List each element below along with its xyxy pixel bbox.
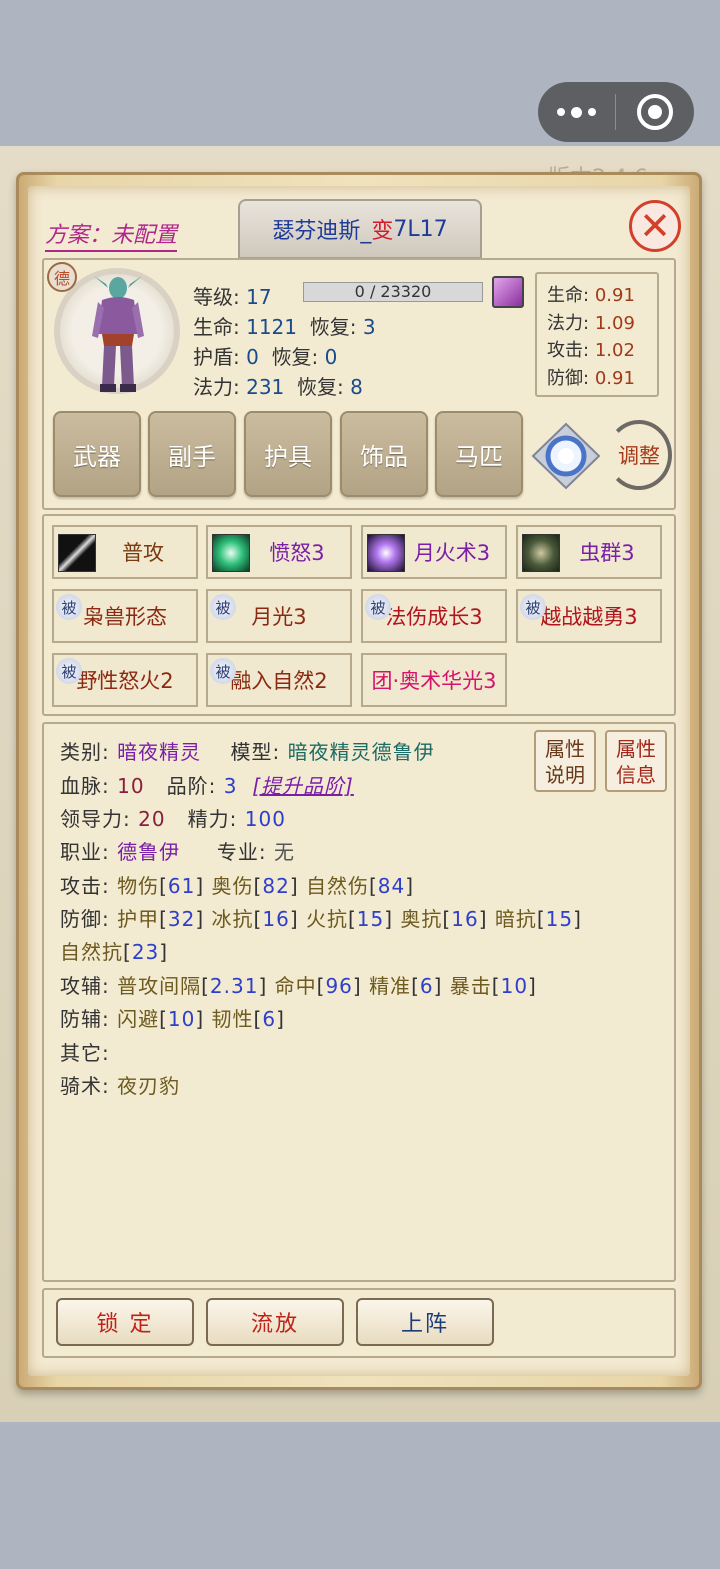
defense-line-cont: 自然抗[23] <box>60 940 169 964</box>
atk-aux-line: 攻辅: 普攻间隔[2.31] 命中[96] 精准[6] 暴击[10] <box>60 974 537 998</box>
skill-slot[interactable]: 普攻 <box>52 525 198 579</box>
hp-label: 生命: <box>193 315 240 339</box>
mp-label: 法力: <box>193 375 240 399</box>
close-x-icon[interactable]: ✕ <box>629 200 681 252</box>
bottom-backdrop <box>0 1422 720 1569</box>
equip-weapon-button[interactable]: 武器 <box>53 411 141 497</box>
skill-slot[interactable]: 被 越战越勇3 <box>516 589 662 643</box>
leadership-line: 领导力: 20 精力: 100 <box>60 807 286 831</box>
skill-label: 越战越勇3 <box>540 605 638 629</box>
bloodline-line: 血脉: 10 品阶: 3 [提升品阶] <box>60 774 354 798</box>
growth-ratio-box: 生命: 0.91 法力: 1.09 攻击: 1.02 防御: 0.91 <box>535 272 659 397</box>
mp-value: 231 <box>246 375 285 399</box>
mp-regen-label: 恢复: <box>297 375 344 399</box>
exile-button[interactable]: 流放 <box>206 1298 344 1346</box>
defense-line: 防御: 护甲[32] 冰抗[16] 火抗[15] 奥抗[16] 暗抗[15] <box>60 907 582 931</box>
lock-button[interactable]: 锁 定 <box>56 1298 194 1346</box>
druid-class-badge: 德 <box>47 262 77 292</box>
hp-line: 生命: 1121 恢复: 3 <box>193 311 376 340</box>
level-line: 等级: 17 <box>193 281 272 310</box>
passive-badge: 被 <box>520 594 546 620</box>
plan-link[interactable]: 方案：未配置 <box>45 222 178 252</box>
passive-badge: 被 <box>210 658 236 684</box>
hero-name-prefix: 瑟芬迪斯_ <box>272 219 372 244</box>
skill-label: 月火术3 <box>413 541 491 565</box>
hp-regen-value: 3 <box>362 315 376 339</box>
adjust-button[interactable]: 调整 <box>606 420 672 490</box>
sword-skill-icon <box>58 534 96 572</box>
skill-slot[interactable]: 团·奥术华光3 <box>361 653 507 707</box>
attr-info-button[interactable]: 属性 信息 <box>605 730 667 792</box>
skill-label: 融入自然2 <box>230 669 328 693</box>
skill-slot[interactable]: 虫群3 <box>516 525 662 579</box>
target-circle-icon[interactable] <box>616 82 694 142</box>
skill-label: 月光3 <box>251 605 307 629</box>
equip-mount-button[interactable]: 马匹 <box>435 411 523 497</box>
ratio-row: 防御: 0.91 <box>547 367 635 389</box>
job-line: 职业: 德鲁伊 专业: 无 <box>60 840 296 864</box>
skill-slot[interactable]: 被 融入自然2 <box>206 653 352 707</box>
skill-slot[interactable]: 愤怒3 <box>206 525 352 579</box>
mp-regen-value: 8 <box>350 375 363 399</box>
hero-name-suffix: 7L17 <box>393 216 448 242</box>
def-aux-line: 防辅: 闪避[10] 韧性[6] <box>60 1007 285 1031</box>
hp-regen-label: 恢复: <box>309 315 357 339</box>
other-line: 其它: <box>60 1041 110 1065</box>
skill-slot[interactable]: 月火术3 <box>361 525 507 579</box>
moonfire-skill-icon <box>367 534 405 572</box>
shield-value: 0 <box>246 345 259 369</box>
more-dots-icon[interactable] <box>538 82 615 142</box>
night-elf-druid-figure <box>92 276 144 392</box>
riding-line: 骑术: 夜刃豹 <box>60 1074 181 1098</box>
shield-label: 护盾: <box>193 345 240 369</box>
crest-gem-icon[interactable] <box>531 422 601 490</box>
hero-nameplate: 瑟芬迪斯_ 变 7L17 <box>238 199 482 259</box>
passive-badge: 被 <box>56 594 82 620</box>
exp-potion-icon[interactable] <box>492 276 524 308</box>
skill-label: 普攻 <box>122 541 164 565</box>
skill-slot[interactable]: 被 月光3 <box>206 589 352 643</box>
mini-program-capsule <box>538 82 694 142</box>
shield-regen-label: 恢复: <box>271 345 319 369</box>
skill-slot[interactable]: 被 枭兽形态 <box>52 589 198 643</box>
level-value: 17 <box>246 285 272 309</box>
equip-accessory-button[interactable]: 饰品 <box>340 411 428 497</box>
skill-label: 虫群3 <box>579 541 635 565</box>
skill-label: 愤怒3 <box>269 541 325 565</box>
level-label: 等级: <box>193 285 240 309</box>
equip-armor-button[interactable]: 护具 <box>244 411 332 497</box>
skill-slot[interactable]: 被 法伤成长3 <box>361 589 507 643</box>
passive-badge: 被 <box>56 658 82 684</box>
exp-bar: 0 / 23320 <box>303 282 483 302</box>
attr-explain-button[interactable]: 属性 说明 <box>534 730 596 792</box>
passive-badge: 被 <box>210 594 236 620</box>
deploy-button[interactable]: 上阵 <box>356 1298 494 1346</box>
skill-label: 枭兽形态 <box>83 605 167 629</box>
category-line: 类别: 暗夜精灵 模型: 暗夜精灵德鲁伊 <box>60 740 435 764</box>
equip-offhand-button[interactable]: 副手 <box>148 411 236 497</box>
skill-label: 团·奥术华光3 <box>371 669 497 693</box>
ratio-row: 生命: 0.91 <box>547 285 635 306</box>
hp-value: 1121 <box>246 315 298 339</box>
attack-line: 攻击: 物伤[61] 奥伤[82] 自然伤[84] <box>60 874 415 898</box>
mp-line: 法力: 231 恢复: 8 <box>193 371 363 400</box>
skill-label: 野性怒火2 <box>76 669 174 693</box>
ratio-row: 法力: 1.09 <box>547 312 635 334</box>
skill-label: 法伤成长3 <box>385 605 483 629</box>
insect-swarm-skill-icon <box>522 534 560 572</box>
hero-name-variant: 变 <box>371 219 394 244</box>
skill-slot[interactable]: 被 野性怒火2 <box>52 653 198 707</box>
shield-line: 护盾: 0 恢复: 0 <box>193 341 337 370</box>
shield-regen-value: 0 <box>324 345 338 369</box>
upgrade-grade-link[interactable]: [提升品阶] <box>252 774 354 798</box>
wrath-skill-icon <box>212 534 250 572</box>
ratio-row: 攻击: 1.02 <box>547 340 635 361</box>
passive-badge: 被 <box>365 594 391 620</box>
